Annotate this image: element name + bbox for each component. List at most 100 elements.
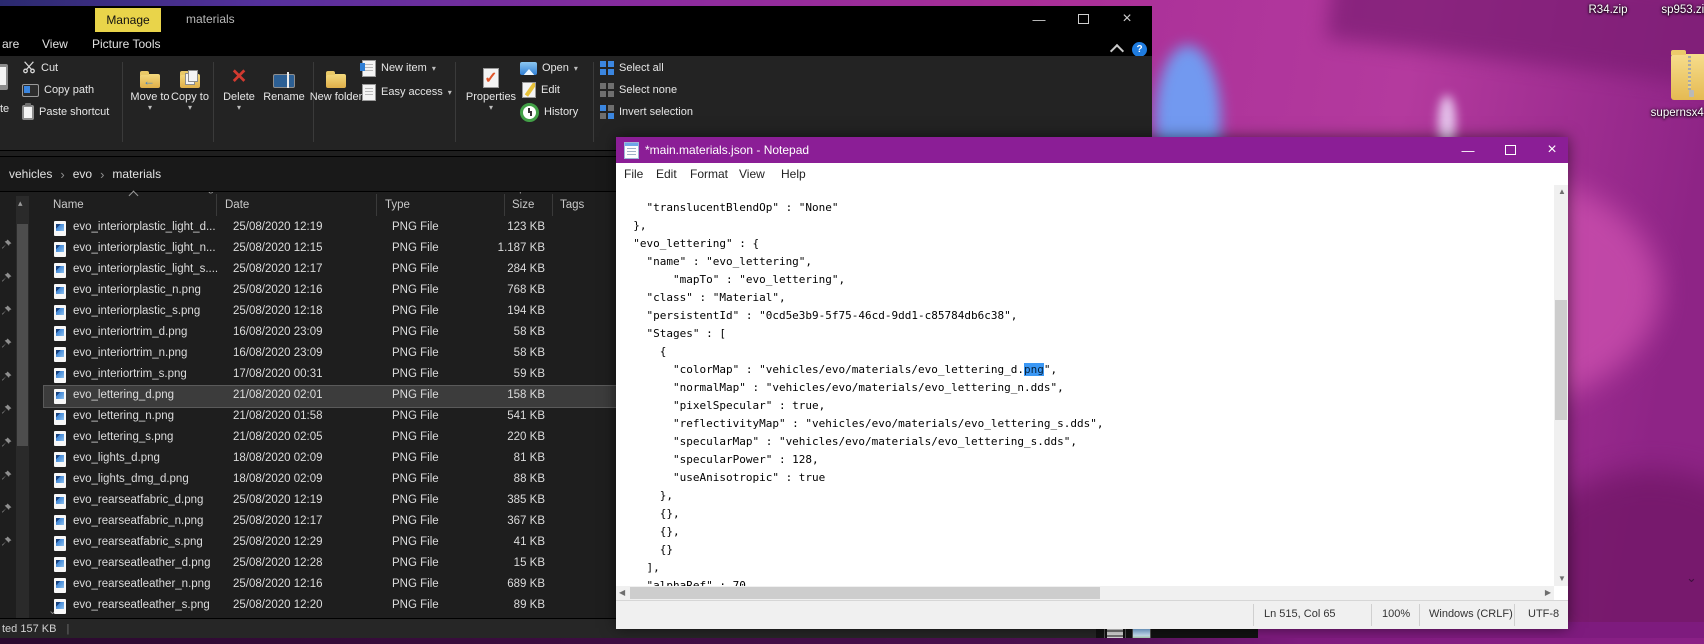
file-row[interactable]: evo_interiortrim_s.png 17/08/2020 00:31 PN… <box>44 365 616 386</box>
file-type: PNG File <box>392 578 439 590</box>
edit-button[interactable]: Edit <box>522 80 560 100</box>
notepad-titlebar[interactable]: *main.materials.json - Notepad — × <box>616 137 1568 163</box>
notepad-close-button[interactable]: × <box>1532 137 1572 163</box>
png-file-icon <box>54 473 66 488</box>
properties-button[interactable]: ✓ Properties ▾ <box>464 60 518 112</box>
file-date: 16/08/2020 23:09 <box>233 347 323 359</box>
history-button[interactable]: History <box>520 102 578 122</box>
file-row[interactable]: evo_rearseatfabric_d.png 25/08/2020 12:19… <box>44 491 616 512</box>
file-size: 194 KB <box>507 305 545 317</box>
desktop-icon-label-sp953[interactable]: sp953.zip <box>1656 4 1704 16</box>
open-button[interactable]: Open ▾ <box>520 58 578 78</box>
file-row[interactable]: evo_lights_dmg_d.png 18/08/2020 02:09 PNG … <box>44 470 616 491</box>
invert-selection-button[interactable]: Invert selection <box>600 102 693 122</box>
scroll-right-icon[interactable]: ▶ <box>1545 586 1551 600</box>
file-type: PNG File <box>392 242 439 254</box>
notepad-vertical-scrollbar[interactable]: ▲ ▼ <box>1554 185 1568 586</box>
new-item-button[interactable]: New item ▾ <box>360 58 436 78</box>
manage-contextual-tab[interactable]: Manage <box>95 8 161 32</box>
notepad-horizontal-scrollbar[interactable]: ◀ ▶ <box>616 586 1554 600</box>
scroll-up-icon[interactable]: ▲ <box>1558 185 1566 199</box>
navigation-scrollbar[interactable]: ▴ <box>16 196 29 620</box>
tab-share-partial[interactable]: are <box>2 32 19 56</box>
copy-path-icon <box>22 83 39 97</box>
file-row[interactable]: evo_lights_d.png 18/08/2020 02:09 PNG File… <box>44 449 616 470</box>
notepad-maximize-button[interactable] <box>1490 137 1530 163</box>
scrollbar-thumb[interactable] <box>1555 300 1567 420</box>
status-divider <box>1371 604 1372 626</box>
column-header-tags[interactable]: Tags <box>560 199 584 211</box>
column-header-size[interactable]: Size <box>512 199 534 211</box>
minimize-button[interactable]: — <box>1028 6 1050 32</box>
file-row[interactable]: evo_rearseatleather_n.png 25/08/2020 12:1… <box>44 575 616 596</box>
file-row[interactable]: evo_interiortrim_n.png 16/08/2020 23:09 PN… <box>44 344 616 365</box>
file-name: evo_lights_d.png <box>73 452 160 464</box>
scroll-down-icon[interactable]: ▼ <box>1558 572 1566 586</box>
column-header-type[interactable]: Type <box>385 199 410 211</box>
cut-button[interactable]: Cut <box>22 58 58 78</box>
close-button[interactable]: × <box>1116 6 1138 32</box>
file-row[interactable]: evo_rearseatleather_s.png 25/08/2020 12:2… <box>44 596 616 617</box>
file-row[interactable]: evo_rearseatleather_d.png 25/08/2020 12:2… <box>44 554 616 575</box>
rename-button[interactable]: Rename <box>257 60 311 103</box>
scrollbar-thumb[interactable] <box>630 587 1100 599</box>
menu-format[interactable]: Format <box>690 163 728 185</box>
menu-file[interactable]: File <box>624 163 643 185</box>
notepad-menubar: File Edit Format View Help <box>616 163 1568 186</box>
select-all-button[interactable]: Select all <box>600 58 664 78</box>
zip-folder-icon[interactable] <box>1671 50 1704 100</box>
paste-shortcut-button[interactable]: Paste shortcut <box>22 102 109 122</box>
copy-path-button[interactable]: Copy path <box>22 80 94 100</box>
file-row[interactable]: evo_interiorplastic_light_d... 25/08/2020… <box>44 218 616 239</box>
paste-icon-partial[interactable] <box>0 64 8 90</box>
select-none-button[interactable]: Select none <box>600 80 677 100</box>
zipper-pull-icon <box>1689 90 1694 97</box>
column-header-date[interactable]: Date <box>225 199 249 211</box>
paste-label-partial[interactable]: te <box>0 103 9 115</box>
file-row[interactable]: evo_interiorplastic_light_n... 25/08/2020… <box>44 239 616 260</box>
scroll-up-icon[interactable]: ▴ <box>18 198 23 209</box>
notepad-text-area[interactable]: "translucentBlendOp" : "None" }, "evo_le… <box>616 185 1554 586</box>
column-header-name[interactable]: Name <box>53 199 84 211</box>
help-icon[interactable]: ? <box>1132 42 1147 57</box>
file-row[interactable]: evo_rearseatfabric_s.png 25/08/2020 12:29… <box>44 533 616 554</box>
file-date: 25/08/2020 12:15 <box>233 242 323 254</box>
collapse-ribbon-icon[interactable] <box>1109 43 1125 59</box>
column-divider[interactable] <box>376 194 377 216</box>
breadcrumb-evo[interactable]: evo <box>73 167 92 181</box>
file-type: PNG File <box>392 221 439 233</box>
file-row[interactable]: evo_lettering_n.png 21/08/2020 01:58 PNG F… <box>44 407 616 428</box>
file-row[interactable]: evo_rearseatfabric_n.png 25/08/2020 12:17… <box>44 512 616 533</box>
menu-edit[interactable]: Edit <box>656 163 677 185</box>
history-icon <box>520 102 539 122</box>
column-divider[interactable] <box>552 194 553 216</box>
desktop-icon-label-supernsx4[interactable]: supernsx4... <box>1642 107 1704 119</box>
explorer-titlebar[interactable]: Manage materials — × <box>0 6 1152 32</box>
file-row[interactable]: evo_interiortrim_d.png 16/08/2020 23:09 PN… <box>44 323 616 344</box>
ribbon-separator <box>593 62 594 142</box>
file-row[interactable]: evo_interiorplastic_light_s.... 25/08/202… <box>44 260 616 281</box>
scrollbar-thumb[interactable] <box>17 224 28 446</box>
maximize-button[interactable] <box>1072 6 1094 32</box>
menu-help[interactable]: Help <box>781 163 806 185</box>
file-row[interactable]: evo_interiorplastic_n.png 25/08/2020 12:1… <box>44 281 616 302</box>
file-row[interactable]: evo_lettering_d.png 21/08/2020 02:01 PNG F… <box>43 385 617 408</box>
file-size: 158 KB <box>507 389 545 401</box>
scroll-left-icon[interactable]: ◀ <box>619 586 625 600</box>
easy-access-button[interactable]: Easy access ▾ <box>362 82 452 102</box>
menu-view[interactable]: View <box>739 163 765 185</box>
notepad-minimize-button[interactable]: — <box>1448 137 1488 163</box>
breadcrumb-vehicles[interactable]: vehicles <box>9 167 52 181</box>
copy-to-button[interactable]: Copy to ▾ <box>163 60 217 112</box>
tab-picture-tools[interactable]: Picture Tools <box>92 32 160 56</box>
notepad-status-bar: Ln 515, Col 65 100% Windows (CRLF) UTF-8 <box>616 600 1568 629</box>
file-row[interactable]: evo_lettering_s.png 21/08/2020 02:05 PNG F… <box>44 428 616 449</box>
tab-view[interactable]: View <box>42 32 68 56</box>
desktop-icon-label-r34[interactable]: R34.zip <box>1578 4 1638 16</box>
new-folder-button[interactable]: New folder <box>309 60 363 103</box>
column-divider[interactable] <box>216 194 217 216</box>
breadcrumb-materials[interactable]: materials <box>112 167 161 181</box>
file-row[interactable]: evo_interiorplastic_s.png 25/08/2020 12:1… <box>44 302 616 323</box>
png-file-icon <box>54 326 66 341</box>
column-divider[interactable] <box>504 194 505 216</box>
